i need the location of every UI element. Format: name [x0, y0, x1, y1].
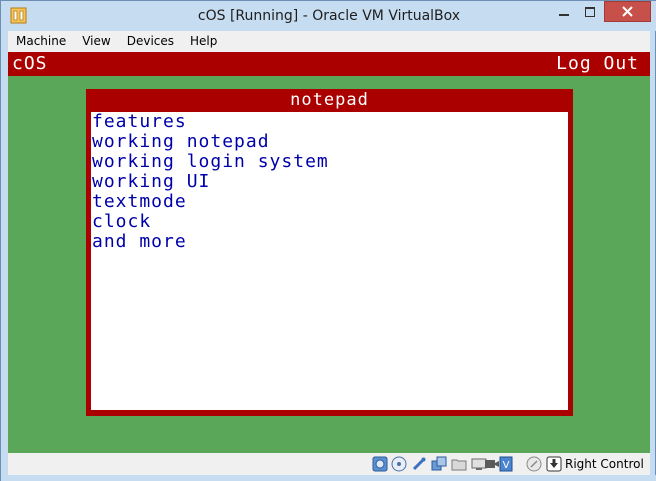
hard-disk-icon[interactable] — [372, 456, 388, 472]
menu-machine[interactable]: Machine — [8, 31, 74, 52]
notepad-text-area[interactable]: features working notepad working login s… — [91, 112, 568, 410]
host-key-label: Right Control — [565, 457, 644, 471]
svg-text:V: V — [503, 460, 510, 471]
guest-top-bar: cOS Log Out — [8, 52, 650, 76]
mouse-integration-icon[interactable] — [526, 456, 542, 472]
host-key-icon — [546, 456, 562, 472]
minimize-button[interactable] — [551, 2, 577, 22]
maximize-button[interactable] — [577, 2, 603, 22]
window-bottom-edge — [1, 475, 656, 481]
notepad-line: textmode — [92, 191, 187, 212]
menu-view[interactable]: View — [74, 31, 118, 52]
notepad-line: working notepad — [92, 131, 270, 152]
status-bar: V Right Control — [8, 453, 650, 475]
notepad-window: notepad features working notepad working… — [86, 89, 573, 416]
shared-folders-icon[interactable] — [431, 456, 447, 472]
notepad-line: features — [92, 111, 187, 132]
network-icon[interactable]: V — [498, 456, 514, 472]
notepad-line: working login system — [92, 151, 329, 172]
logout-button[interactable]: Log Out — [556, 53, 639, 74]
close-icon — [622, 6, 633, 17]
notepad-line: clock — [92, 211, 152, 232]
menu-bar: Machine View Devices Help — [8, 31, 650, 52]
menu-help[interactable]: Help — [182, 31, 225, 52]
guest-screen[interactable]: cOS Log Out notepad features working not… — [8, 52, 650, 453]
title-bar[interactable]: cOS [Running] - Oracle VM VirtualBox — [1, 1, 656, 31]
menu-devices[interactable]: Devices — [119, 31, 182, 52]
optical-drive-icon[interactable] — [391, 456, 407, 472]
os-name: cOS — [12, 53, 48, 74]
notepad-title: notepad — [290, 90, 369, 110]
virtualbox-window: cOS [Running] - Oracle VM VirtualBox Mac… — [0, 0, 656, 481]
maximize-icon — [585, 7, 595, 17]
notepad-line: working UI — [92, 171, 211, 192]
close-button[interactable] — [604, 1, 651, 22]
folder-icon[interactable] — [451, 456, 467, 472]
usb-icon[interactable] — [411, 456, 427, 472]
minimize-icon — [559, 14, 569, 16]
notepad-line: and more — [92, 231, 187, 252]
